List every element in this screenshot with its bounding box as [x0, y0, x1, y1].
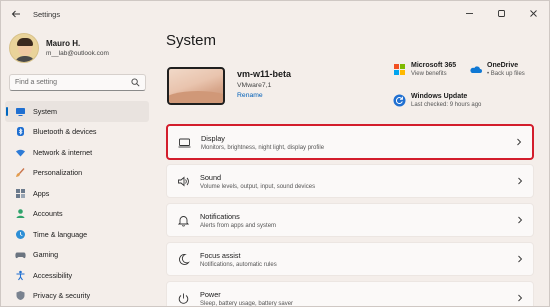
bell-icon — [177, 214, 190, 227]
maximize-icon[interactable] — [485, 1, 517, 25]
sidebar-item-network-internet[interactable]: Network & internet — [5, 142, 149, 163]
accessibility-icon — [15, 270, 26, 281]
rename-link[interactable]: Rename — [237, 92, 291, 99]
onedrive-cloud-icon — [469, 63, 482, 76]
display-icon — [178, 136, 191, 149]
quick-link-title: Microsoft 365 — [411, 62, 457, 69]
close-icon[interactable] — [517, 1, 549, 25]
card-display[interactable]: Display Monitors, brightness, night ligh… — [166, 124, 534, 160]
sidebar-item-bluetooth-devices[interactable]: Bluetooth & devices — [5, 122, 149, 143]
minimize-icon[interactable] — [453, 1, 485, 25]
quick-link-title: OneDrive — [487, 62, 519, 69]
sidebar-item-label: Bluetooth & devices — [33, 127, 97, 137]
wifi-icon — [15, 147, 26, 158]
quick-link-microsoft-365[interactable]: Microsoft 365 View benefits — [393, 62, 456, 77]
sidebar-item-label: Accessibility — [33, 270, 73, 280]
moon-icon — [177, 253, 190, 266]
quick-link-onedrive[interactable]: OneDrive • Back up files — [469, 62, 525, 77]
title-bar: Settings — [1, 1, 549, 27]
chevron-right-icon — [517, 172, 523, 190]
card-title: Power — [200, 289, 221, 299]
profile-email: m__lab@outlook.com — [46, 50, 109, 57]
quick-link-title: Windows Update — [411, 93, 468, 100]
desktop-wallpaper-thumbnail — [167, 67, 225, 105]
gamepad-icon — [15, 249, 26, 260]
app-title: Settings — [33, 9, 61, 19]
device-summary: vm-w11-beta VMware7,1 Rename — [167, 67, 291, 105]
chevron-right-icon — [517, 289, 523, 306]
quick-link-subtitle: Last checked: 9 hours ago — [411, 102, 482, 108]
user-profile[interactable]: Mauro H. m__lab@outlook.com — [9, 33, 109, 63]
page-title: System — [166, 32, 217, 49]
windows-update-icon — [393, 94, 406, 107]
sidebar-item-time-language[interactable]: Time & language — [5, 224, 149, 245]
sidebar-item-apps[interactable]: Apps — [5, 183, 149, 204]
quick-link-windows-update[interactable]: Windows Update Last checked: 9 hours ago — [393, 93, 481, 108]
card-subtitle: Notifications, automatic rules — [200, 261, 277, 268]
sidebar-item-label: Accounts — [33, 209, 63, 219]
shield-icon — [15, 290, 26, 301]
sidebar-item-personalization[interactable]: Personalization — [5, 163, 149, 184]
speaker-icon — [177, 175, 190, 188]
sidebar-item-accounts[interactable]: Accounts — [5, 204, 149, 225]
card-notifications[interactable]: Notifications Alerts from apps and syste… — [166, 203, 534, 237]
card-power[interactable]: Power Sleep, battery usage, battery save… — [166, 281, 534, 307]
avatar — [9, 33, 39, 63]
card-focus-assist[interactable]: Focus assist Notifications, automatic ru… — [166, 242, 534, 276]
card-title: Focus assist — [200, 250, 241, 260]
card-sound[interactable]: Sound Volume levels, output, input, soun… — [166, 164, 534, 198]
sidebar-item-label: Time & language — [33, 229, 88, 239]
sidebar-item-accessibility[interactable]: Accessibility — [5, 265, 149, 286]
sidebar-item-label: Gaming — [33, 250, 59, 260]
chevron-right-icon — [517, 250, 523, 268]
microsoft-365-icon — [393, 63, 406, 76]
quick-link-subtitle: • Back up files — [487, 71, 525, 77]
card-subtitle: Monitors, brightness, night light, displ… — [201, 144, 325, 151]
sidebar: Mauro H. m__lab@outlook.com Find a setti… — [1, 27, 153, 306]
sidebar-item-label: Network & internet — [33, 147, 93, 157]
profile-name: Mauro H. — [46, 39, 81, 48]
card-subtitle: Volume levels, output, input, sound devi… — [200, 183, 316, 190]
sidebar-item-privacy-security[interactable]: Privacy & security — [5, 286, 149, 307]
card-title: Notifications — [200, 211, 240, 221]
chevron-right-icon — [516, 133, 522, 151]
sidebar-nav: System Bluetooth & devices Network & int… — [5, 101, 149, 306]
bluetooth-icon — [15, 126, 26, 137]
sidebar-item-label: Personalization — [33, 168, 83, 178]
globe-clock-icon — [15, 229, 26, 240]
sidebar-item-label: System — [33, 106, 57, 116]
card-title: Sound — [200, 172, 222, 182]
apps-grid-icon — [15, 188, 26, 199]
brush-icon — [15, 167, 26, 178]
settings-cards: Display Monitors, brightness, night ligh… — [166, 124, 539, 307]
search-input[interactable]: Find a setting — [9, 74, 146, 91]
power-icon — [177, 292, 190, 305]
quick-link-subtitle: View benefits — [411, 71, 447, 77]
device-model: VMware7,1 — [237, 82, 272, 89]
sidebar-item-gaming[interactable]: Gaming — [5, 245, 149, 266]
main-content: System vm-w11-beta VMware7,1 Rename Micr… — [161, 27, 549, 307]
settings-window: Settings Mauro H. m__lab@outlook.com Fin… — [0, 0, 550, 307]
sidebar-item-system[interactable]: System — [5, 101, 149, 122]
device-name: vm-w11-beta — [237, 69, 292, 79]
person-icon — [15, 208, 26, 219]
chevron-right-icon — [517, 211, 523, 229]
search-placeholder: Find a setting — [15, 79, 58, 86]
window-controls — [453, 1, 549, 25]
card-subtitle: Alerts from apps and system — [200, 222, 277, 229]
card-subtitle: Sleep, battery usage, battery saver — [200, 300, 294, 307]
search-icon — [131, 78, 140, 87]
sidebar-item-label: Privacy & security — [33, 291, 91, 301]
card-title: Display — [201, 133, 225, 143]
monitor-icon — [15, 106, 26, 117]
sidebar-item-label: Apps — [33, 188, 50, 198]
back-arrow-icon[interactable] — [5, 3, 27, 25]
